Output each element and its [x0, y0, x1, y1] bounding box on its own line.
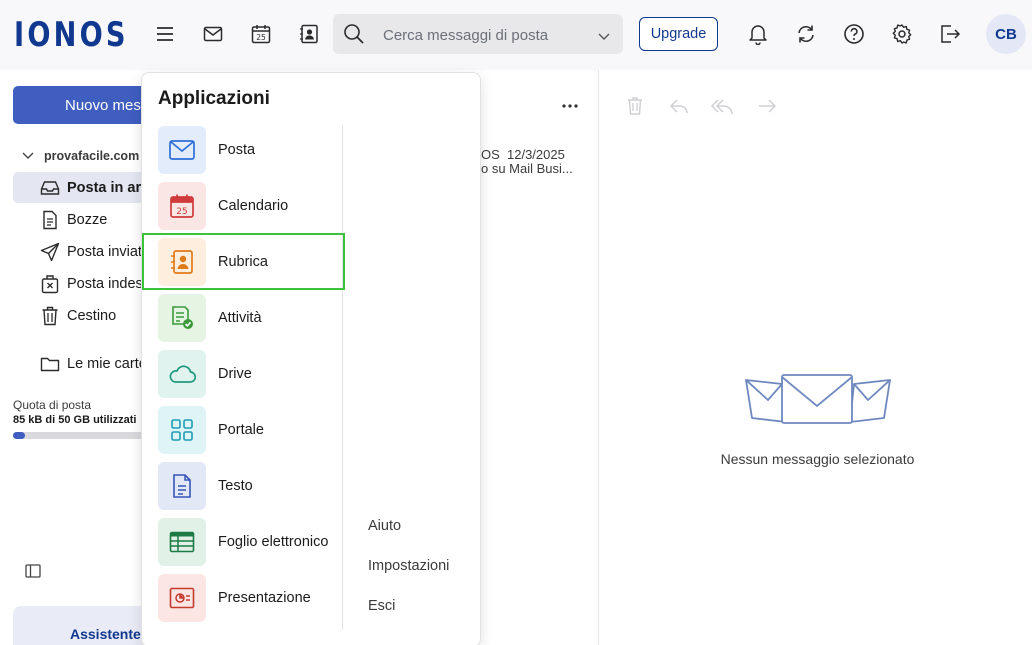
app-label: Attività: [218, 310, 262, 326]
menu-icon[interactable]: [153, 22, 177, 46]
assistant-button[interactable]: Assistente: [13, 606, 153, 645]
help-icon[interactable]: [842, 22, 866, 46]
menu-separator: [342, 126, 343, 630]
chevron-down-icon[interactable]: [598, 28, 610, 46]
inbox-icon: [40, 178, 60, 198]
upgrade-button[interactable]: Upgrade: [639, 17, 718, 51]
more-options-icon[interactable]: [561, 96, 579, 121]
account-name: provafacile.com: [44, 149, 140, 163]
forward-icon[interactable]: [757, 96, 777, 121]
search-icon[interactable]: [343, 23, 365, 50]
sync-icon[interactable]: [794, 22, 818, 46]
quota-bar-fill: [13, 432, 26, 439]
app-contacts[interactable]: Rubrica: [158, 237, 336, 287]
draft-icon: [40, 210, 60, 230]
reply-all-icon[interactable]: [710, 96, 735, 121]
app-calendar[interactable]: 25 Calendario: [158, 181, 336, 231]
message-sender[interactable]: OS: [481, 147, 500, 162]
quota-label: Quota di posta: [13, 398, 92, 412]
delete-icon[interactable]: [626, 96, 644, 121]
logout-link[interactable]: Esci: [368, 598, 395, 614]
folder-icon: [40, 354, 60, 374]
app-text[interactable]: Testo: [158, 461, 336, 511]
top-header: IONOS 25 Upgrade CB: [0, 0, 1032, 70]
search-input[interactable]: [383, 24, 593, 46]
app-mail[interactable]: Posta: [158, 125, 336, 175]
contacts-icon[interactable]: [297, 22, 321, 46]
app-presentation[interactable]: Presentazione: [158, 573, 336, 623]
app-label: Presentazione: [218, 590, 311, 606]
spreadsheet-icon: [158, 518, 206, 566]
svg-text:25: 25: [256, 33, 266, 42]
presentation-icon: [158, 574, 206, 622]
logout-icon[interactable]: [938, 22, 962, 46]
help-link[interactable]: Aiuto: [368, 518, 401, 534]
app-label: Portale: [218, 422, 264, 438]
app-drive[interactable]: Drive: [158, 349, 336, 399]
mail-icon[interactable]: [201, 22, 225, 46]
tasks-icon: [158, 294, 206, 342]
folder-spam[interactable]: Posta indesiderata: [13, 268, 153, 299]
calendar-icon: 25: [158, 182, 206, 230]
menu-title: Applicazioni: [158, 88, 270, 109]
settings-link[interactable]: Impostazioni: [368, 558, 449, 574]
search-bar[interactable]: [333, 14, 623, 54]
folder-label: Bozze: [67, 211, 108, 228]
account-node[interactable]: provafacile.com: [22, 149, 139, 163]
folder-my-folders[interactable]: Le mie cartelle: [13, 348, 153, 379]
app-label: Testo: [218, 478, 253, 494]
document-icon: [158, 462, 206, 510]
grid-icon: [158, 406, 206, 454]
app-label: Calendario: [218, 198, 289, 214]
app-spreadsheet[interactable]: Foglio elettronico: [158, 517, 336, 567]
app-label: Drive: [218, 366, 252, 382]
trash-icon: [40, 306, 60, 326]
message-subject[interactable]: o su Mail Busi...: [481, 161, 573, 176]
folder-trash[interactable]: Cestino: [13, 300, 153, 331]
mail-icon: [158, 126, 206, 174]
quota-bar: [13, 432, 148, 439]
pane-divider: [598, 70, 599, 645]
quota-value: 85 kB di 50 GB utilizzati: [13, 414, 137, 426]
app-label: Rubrica: [218, 254, 268, 270]
send-icon: [40, 242, 60, 262]
app-label: Foglio elettronico: [218, 534, 329, 550]
folder-drafts[interactable]: Bozze: [13, 204, 153, 235]
spam-icon: [40, 274, 60, 294]
ionos-logo[interactable]: IONOS: [14, 15, 129, 55]
folder-label: Cestino: [67, 307, 117, 324]
empty-state-text: Nessun messaggio selezionato: [720, 451, 915, 467]
app-portal[interactable]: Portale: [158, 405, 336, 455]
svg-text:25: 25: [176, 207, 187, 217]
app-tasks[interactable]: Attività: [158, 293, 336, 343]
cloud-icon: [158, 350, 206, 398]
chevron-down-icon[interactable]: [22, 149, 34, 163]
contacts-icon: [158, 238, 206, 286]
folder-label: Posta inviata: [67, 243, 151, 260]
reply-icon[interactable]: [669, 96, 689, 121]
applications-menu: Applicazioni Posta 25 Calendario Rubrica…: [141, 72, 481, 645]
calendar-icon[interactable]: 25: [249, 22, 273, 46]
bell-icon[interactable]: [746, 22, 770, 46]
folder-sent[interactable]: Posta inviata: [13, 236, 153, 267]
avatar[interactable]: CB: [986, 14, 1026, 54]
message-date: 12/3/2025: [507, 147, 565, 162]
folder-inbox[interactable]: Posta in arrivo: [13, 172, 153, 203]
new-message-button[interactable]: Nuovo messaggio: [13, 86, 158, 124]
empty-envelopes-illustration: [742, 372, 894, 431]
gear-icon[interactable]: [890, 22, 914, 46]
app-label: Posta: [218, 142, 256, 158]
collapse-sidebar-icon[interactable]: [25, 564, 41, 583]
